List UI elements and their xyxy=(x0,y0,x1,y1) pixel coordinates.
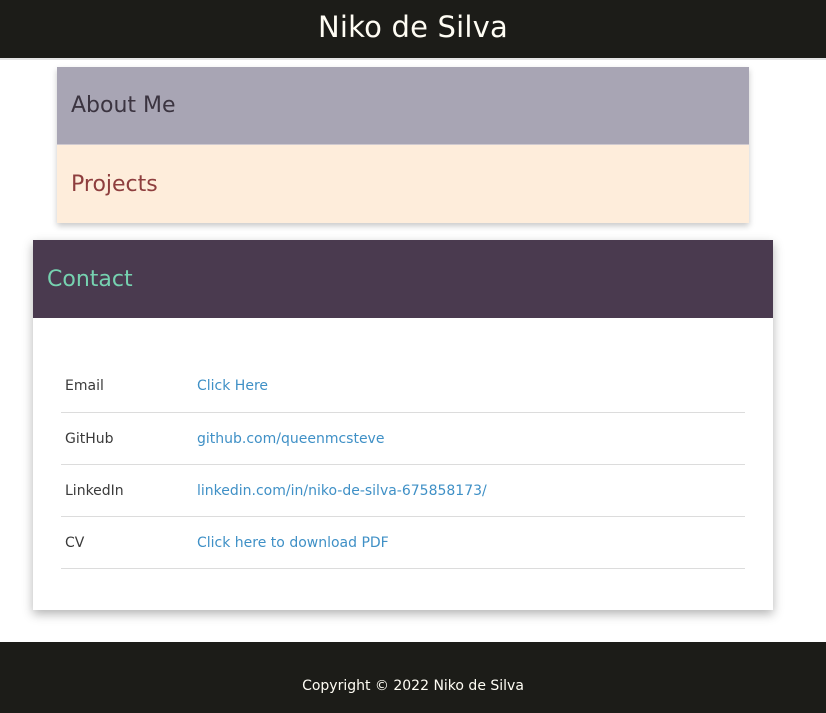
table-row: LinkedIn linkedin.com/in/niko-de-silva-6… xyxy=(61,464,745,517)
contact-panel: Contact Email Click Here GitHub github.c… xyxy=(33,240,773,610)
linkedin-link[interactable]: linkedin.com/in/niko-de-silva-675858173/ xyxy=(197,483,487,499)
linkedin-cell: linkedin.com/in/niko-de-silva-675858173/ xyxy=(197,464,745,517)
email-cell: Click Here xyxy=(197,360,745,413)
table-row: CV Click here to download PDF xyxy=(61,516,745,569)
linkedin-label: LinkedIn xyxy=(61,464,197,517)
contact-header[interactable]: Contact xyxy=(33,240,773,318)
cv-label: CV xyxy=(61,516,197,569)
contact-table: Email Click Here GitHub github.com/queen… xyxy=(61,360,745,569)
about-me-title: About Me xyxy=(71,93,176,118)
site-footer: Copyright © 2022 Niko de Silva xyxy=(0,642,826,713)
github-cell: github.com/queenmcsteve xyxy=(197,412,745,465)
github-link[interactable]: github.com/queenmcsteve xyxy=(197,431,384,447)
about-me-header[interactable]: About Me xyxy=(57,67,749,145)
site-header: Niko de Silva xyxy=(0,0,826,60)
site-title: Niko de Silva xyxy=(318,10,508,44)
projects-header[interactable]: Projects xyxy=(57,145,749,223)
table-row: Email Click Here xyxy=(61,360,745,413)
cv-download-link[interactable]: Click here to download PDF xyxy=(197,535,389,551)
github-label: GitHub xyxy=(61,412,197,465)
cv-cell: Click here to download PDF xyxy=(197,516,745,569)
email-label: Email xyxy=(61,360,197,413)
email-link[interactable]: Click Here xyxy=(197,378,268,394)
about-me-panel: About Me Projects xyxy=(57,67,749,223)
contact-title: Contact xyxy=(47,266,133,292)
projects-title: Projects xyxy=(71,171,158,197)
table-row: GitHub github.com/queenmcsteve xyxy=(61,412,745,465)
footer-copyright: Copyright © 2022 Niko de Silva xyxy=(302,677,524,694)
